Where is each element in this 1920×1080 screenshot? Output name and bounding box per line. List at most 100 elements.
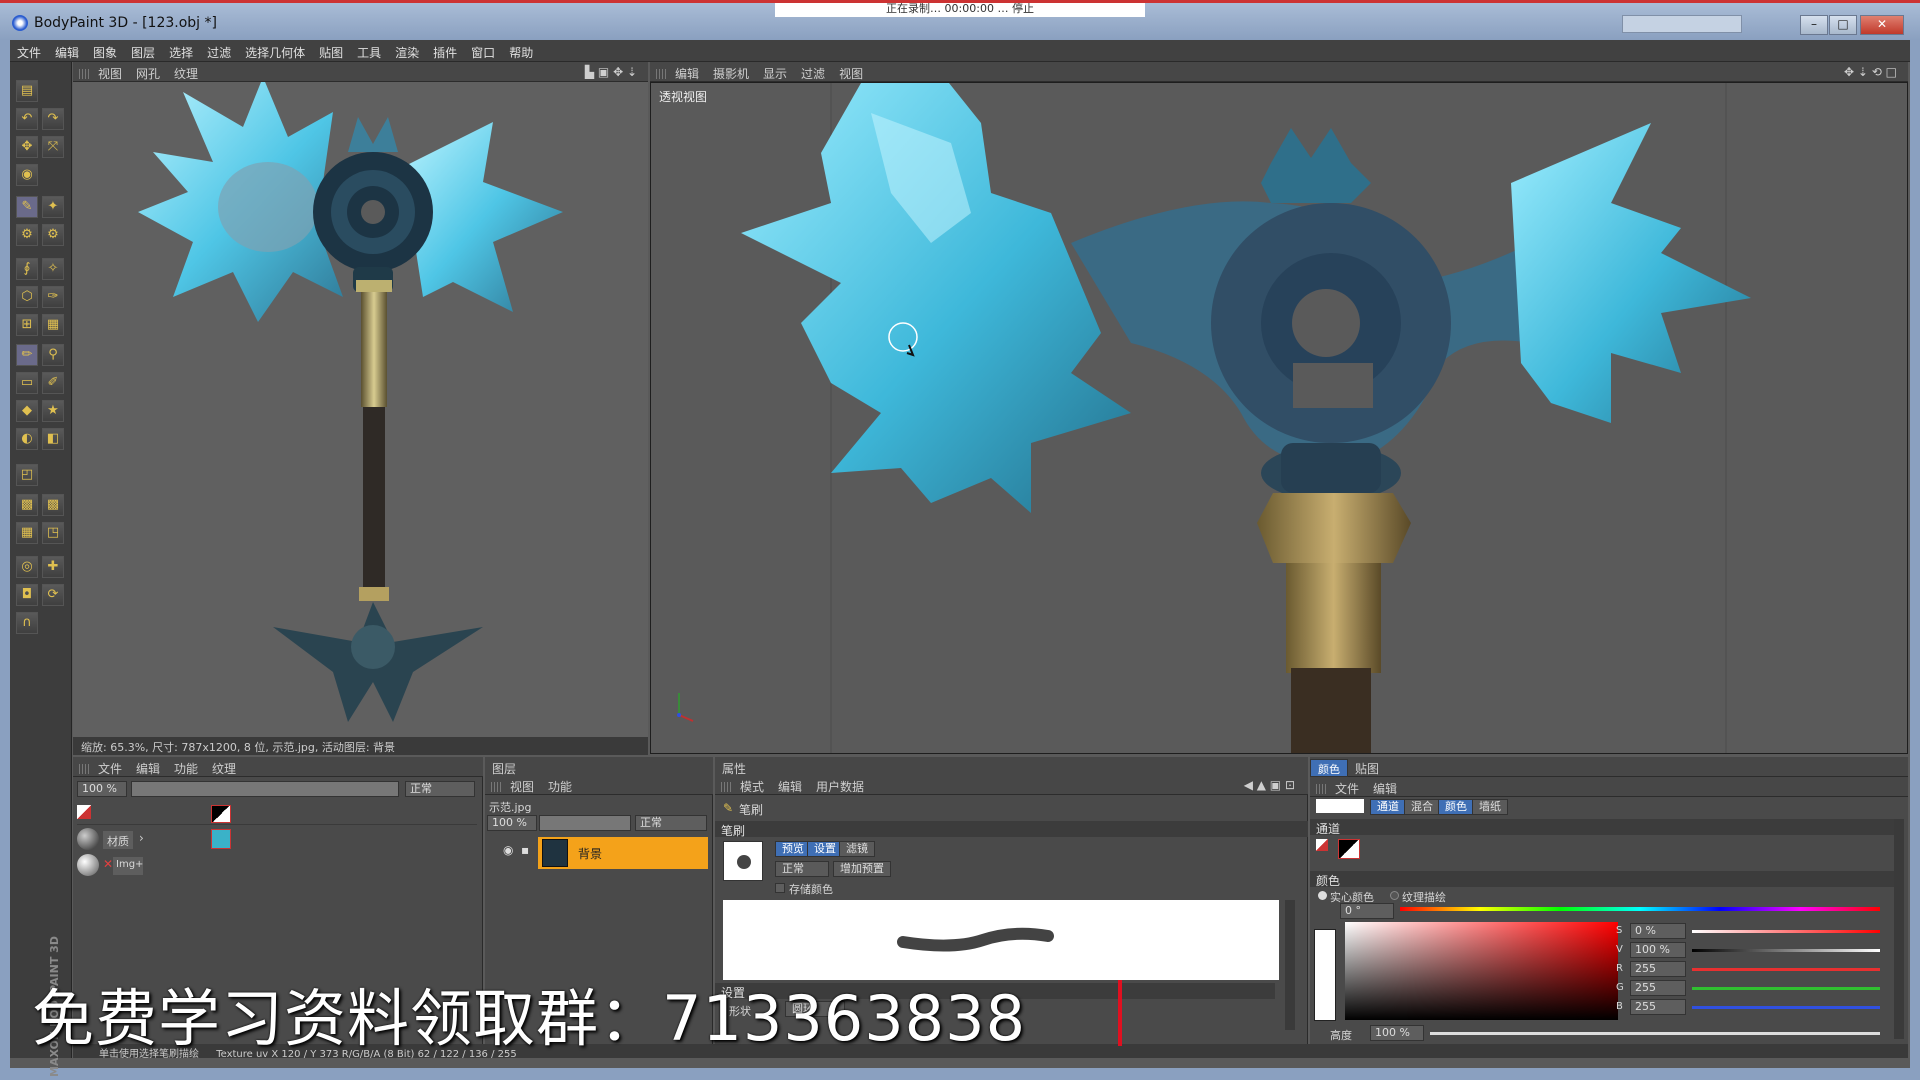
tab-channels[interactable]: 通道 xyxy=(1370,799,1406,815)
solid-color-radio[interactable] xyxy=(1318,891,1327,900)
grid-icon[interactable]: ▦ xyxy=(42,314,64,336)
r-field[interactable]: 255 xyxy=(1630,961,1686,977)
brush-icon[interactable]: ✏ xyxy=(16,344,38,366)
attr-menu-mode[interactable]: 模式 xyxy=(733,775,771,798)
color-menu-file[interactable]: 文件 xyxy=(1328,777,1366,800)
lock-icon[interactable]: ▪ xyxy=(521,843,529,857)
current-color-swatch[interactable] xyxy=(1316,799,1364,813)
panel-grip-icon[interactable] xyxy=(1316,784,1326,794)
attributes-scrollbar[interactable] xyxy=(1285,900,1295,1030)
live-select-icon[interactable]: ◎ xyxy=(16,556,38,578)
texture-panel-menu-edit[interactable]: 编辑 xyxy=(129,757,167,780)
eraser-icon[interactable]: ▭ xyxy=(16,372,38,394)
texture-opacity-field[interactable]: 100 % xyxy=(77,781,127,797)
texture-panel-menu-function[interactable]: 功能 xyxy=(167,757,205,780)
render-icon[interactable]: ◉ xyxy=(16,164,38,186)
uv-edit-icon[interactable]: ⚙ xyxy=(42,224,64,246)
polygon-select-icon[interactable]: ⬡ xyxy=(16,286,38,308)
tab-filters[interactable]: 滤镜 xyxy=(839,841,875,857)
texture-opacity-slider[interactable] xyxy=(131,781,399,797)
texture-panel-menu-file[interactable]: 文件 xyxy=(91,757,129,780)
panel-grip-icon[interactable] xyxy=(79,764,89,774)
s-field[interactable]: 0 % xyxy=(1630,923,1686,939)
b-slider[interactable] xyxy=(1692,1006,1880,1009)
close-button[interactable]: ✕ xyxy=(1860,15,1904,35)
v-field[interactable]: 100 % xyxy=(1630,942,1686,958)
color-swatch-bar[interactable] xyxy=(1314,929,1336,1021)
tab-color[interactable]: 颜色 xyxy=(1310,759,1348,777)
fg-color-icon[interactable] xyxy=(1316,839,1328,851)
tab-wallpaper[interactable]: 墙纸 xyxy=(1472,799,1508,815)
minimize-button[interactable]: – xyxy=(1800,15,1828,35)
tab-mix[interactable]: 混合 xyxy=(1404,799,1440,815)
g-field[interactable]: 255 xyxy=(1630,980,1686,996)
layer-opacity-field[interactable]: 100 % xyxy=(487,815,537,831)
table-row[interactable]: ✕ Img+ xyxy=(77,853,477,877)
color-menu-edit[interactable]: 编辑 xyxy=(1366,777,1404,800)
smudge-icon[interactable]: ✑ xyxy=(42,286,64,308)
texture-paint-radio[interactable] xyxy=(1390,891,1399,900)
panel-grip-icon[interactable] xyxy=(491,782,501,792)
tab-settings[interactable]: 设置 xyxy=(807,841,843,857)
move-icon[interactable]: ✥ xyxy=(16,136,38,158)
height-slider[interactable] xyxy=(1430,1032,1880,1035)
remove-icon[interactable]: ✕ xyxy=(103,857,113,871)
layer-menu-function[interactable]: 功能 xyxy=(541,775,579,798)
attr-menu-edit[interactable]: 编辑 xyxy=(771,775,809,798)
perspective-viewport[interactable]: 透视视图 xyxy=(650,82,1908,754)
layout-dropdown[interactable] xyxy=(1622,15,1742,33)
hue-field[interactable]: 0 ° xyxy=(1340,903,1394,919)
rotate-icon[interactable]: ⟳ xyxy=(42,584,64,606)
panel-grip-icon[interactable] xyxy=(79,69,89,79)
tab-preview[interactable]: 预览 xyxy=(775,841,811,857)
fill-icon[interactable]: ◆ xyxy=(16,400,38,422)
uv-mesh-icon[interactable]: ◳ xyxy=(42,522,64,544)
r-slider[interactable] xyxy=(1692,968,1880,971)
uv-grid-icon[interactable]: ▦ xyxy=(16,522,38,544)
gradient-icon[interactable]: ◐ xyxy=(16,428,38,450)
magnify-icon[interactable]: ⚲ xyxy=(42,344,64,366)
scale-icon[interactable]: ◘ xyxy=(16,584,38,606)
viewport-nav-icons[interactable]: ✥ ⇣ ⟲ □ xyxy=(1837,62,1904,82)
lasso-icon[interactable]: ∮ xyxy=(16,258,38,280)
attr-nav-icons[interactable]: ◀ ▲ ▣ ⊡ xyxy=(1237,775,1302,795)
table-row[interactable]: 材质 › xyxy=(77,827,477,851)
hue-slider[interactable] xyxy=(1400,907,1880,911)
texture-panel-menu-texture[interactable]: 纹理 xyxy=(205,757,243,780)
undo-icon[interactable]: ↶ xyxy=(16,108,38,130)
s-slider[interactable] xyxy=(1692,930,1880,933)
channel-preview-icon[interactable] xyxy=(1338,839,1360,859)
tab-colors[interactable]: 颜色 xyxy=(1438,799,1474,815)
transform-icon[interactable]: ⤧ xyxy=(42,136,64,158)
redo-icon[interactable]: ↷ xyxy=(42,108,64,130)
panel-grip-icon[interactable] xyxy=(721,782,731,792)
texture-mode-select[interactable]: 正常 xyxy=(405,781,475,797)
store-color-checkbox[interactable] xyxy=(775,883,785,893)
texture-view[interactable] xyxy=(73,82,648,737)
star-icon[interactable]: ★ xyxy=(42,400,64,422)
view-nav-icons[interactable]: ▙ ▣ ✥ ⇣ xyxy=(578,62,644,82)
checker-alt-icon[interactable]: ▩ xyxy=(42,494,64,516)
magnet-icon[interactable]: ∩ xyxy=(16,612,38,634)
layer-menu-view[interactable]: 视图 xyxy=(503,775,541,798)
eye-icon[interactable]: ◉ xyxy=(503,843,513,857)
layer-mode-select[interactable]: 正常 xyxy=(635,815,707,831)
paint-brush-icon[interactable]: ✎ xyxy=(16,196,38,218)
brush-tip-preview[interactable] xyxy=(723,841,763,881)
brush-blend-select[interactable]: 正常 xyxy=(775,861,829,877)
layer-icon[interactable]: ◰ xyxy=(16,464,38,486)
magic-wand-icon[interactable]: ✧ xyxy=(42,258,64,280)
v-slider[interactable] xyxy=(1692,949,1880,952)
layer-opacity-slider[interactable] xyxy=(539,815,631,831)
projection-icon[interactable]: ⚙ xyxy=(16,224,38,246)
maximize-button[interactable]: □ xyxy=(1829,15,1857,35)
height-field[interactable]: 100 % xyxy=(1370,1025,1424,1041)
recording-bar[interactable]: 正在录制… 00:00:00 … 停止 xyxy=(775,3,1145,17)
add-preset-button[interactable]: 增加预置 xyxy=(833,861,891,877)
color-panel-scrollbar[interactable] xyxy=(1894,819,1904,1039)
panel-grip-icon[interactable] xyxy=(656,69,666,79)
attr-menu-userdata[interactable]: 用户数据 xyxy=(809,775,871,798)
paint-setup-icon[interactable]: ✦ xyxy=(42,196,64,218)
layout-icon[interactable]: ▤ xyxy=(16,80,38,102)
pencil-icon[interactable]: ✐ xyxy=(42,372,64,394)
